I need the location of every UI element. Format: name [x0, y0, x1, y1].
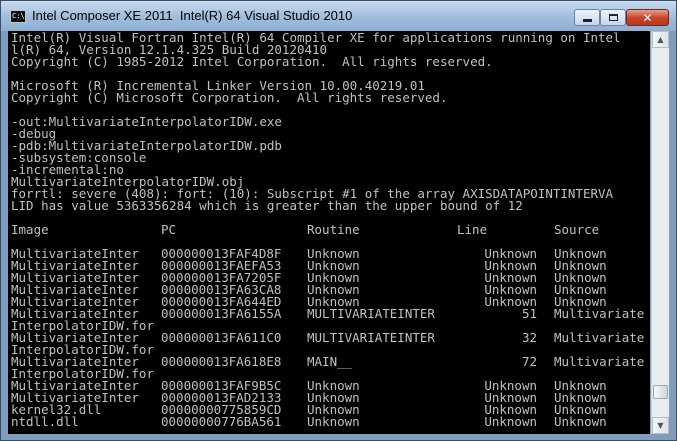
traceback-row: ntdll.dll 00000000776BA561 Unknown Unknown U… — [11, 414, 650, 429]
source-cell: Multivariate — [554, 330, 645, 345]
pc-cell: PC — [161, 222, 177, 237]
source-cell: Multivariate — [554, 306, 645, 321]
traceback-header: Image PC Routine Line Source — [11, 222, 650, 237]
vertical-scrollbar[interactable]: ▲ ▼ — [651, 31, 669, 434]
console-line: Copyright (C) Microsoft Corporation. All… — [11, 90, 448, 105]
window-bottom-border — [1, 434, 676, 440]
scroll-down-arrow-icon: ▼ — [657, 421, 664, 430]
console-output[interactable]: Intel(R) Visual Fortran Intel(R) 64 Comp… — [8, 31, 650, 434]
image-cell: ntdll.dll — [11, 414, 79, 429]
scroll-down-button[interactable]: ▼ — [652, 417, 669, 434]
pc-cell: 000000013FA618E8 — [161, 354, 282, 369]
console-app-icon[interactable]: C:\ — [10, 10, 26, 23]
title-bar[interactable]: C:\ Intel Composer XE 2011 Intel(R) 64 V… — [1, 1, 676, 31]
console-window: C:\ Intel Composer XE 2011 Intel(R) 64 V… — [0, 0, 677, 441]
minimize-button[interactable] — [574, 9, 600, 26]
source-cell: Source — [554, 222, 600, 237]
maximize-icon — [608, 14, 618, 21]
routine-cell: MAIN__ — [307, 354, 353, 369]
close-button[interactable]: ✕ — [626, 9, 669, 26]
line-cell: 72 — [521, 354, 537, 369]
routine-cell: Unknown — [307, 414, 360, 429]
scroll-up-arrow-icon: ▲ — [657, 35, 664, 44]
maximize-button[interactable] — [600, 9, 626, 26]
console-line: Copyright (C) 1985-2012 Intel Corporatio… — [11, 54, 493, 69]
routine-cell: MULTIVARIATEINTER — [307, 330, 435, 345]
caption-buttons: ✕ — [574, 9, 669, 26]
pc-cell: 000000013FA6155A — [161, 306, 282, 321]
line-cell: Line — [457, 222, 488, 237]
console-line: LID has value 5363356284 which is greate… — [11, 198, 523, 213]
pc-cell: 000000013FA611C0 — [161, 330, 282, 345]
line-cell: 32 — [521, 330, 537, 345]
image-cell: Image — [11, 222, 49, 237]
window-title: Intel Composer XE 2011 Intel(R) 64 Visua… — [32, 8, 353, 23]
line-cell: Unknown — [484, 414, 537, 429]
routine-cell: MULTIVARIATEINTER — [307, 306, 435, 321]
minimize-icon — [582, 19, 592, 22]
source-cell: Unknown — [554, 414, 607, 429]
source-cell: Multivariate — [554, 354, 645, 369]
routine-cell: Routine — [307, 222, 360, 237]
close-icon: ✕ — [642, 10, 653, 25]
pc-cell: 00000000776BA561 — [161, 414, 282, 429]
scroll-thumb[interactable] — [653, 385, 668, 399]
line-cell: 51 — [521, 306, 537, 321]
scroll-up-button[interactable]: ▲ — [652, 31, 669, 48]
